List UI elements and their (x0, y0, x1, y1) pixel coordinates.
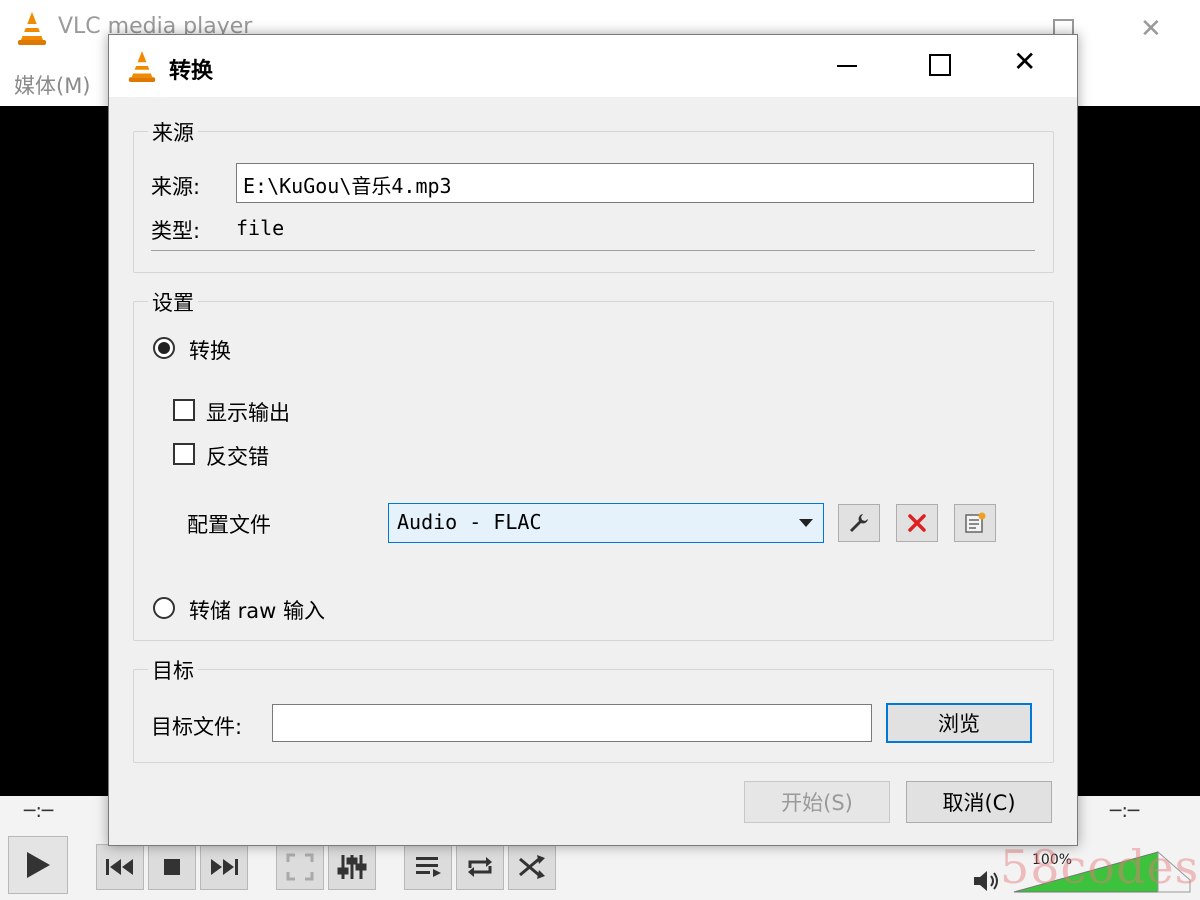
destination-file-field[interactable] (272, 704, 872, 742)
vlc-cone-icon (128, 51, 156, 82)
previous-icon (106, 859, 133, 875)
destination-group-title: 目标 (148, 655, 198, 685)
source-path-field[interactable]: E:\KuGou\音乐4.mp3 (236, 163, 1034, 203)
show-output-label[interactable]: 显示输出 (206, 397, 290, 427)
edit-profile-button[interactable] (838, 504, 880, 542)
previous-button[interactable] (96, 844, 144, 890)
dialog-titlebar: 转换 ✕ (109, 35, 1077, 97)
loop-icon (468, 857, 492, 877)
source-divider (151, 250, 1035, 251)
settings-group (133, 301, 1054, 641)
destination-file-label: 目标文件: (151, 715, 243, 739)
profile-dropdown[interactable]: Audio - FLAC (388, 503, 824, 543)
convert-radio[interactable] (153, 337, 175, 359)
source-label: 来源: (151, 175, 201, 199)
browse-button[interactable]: 浏览 (886, 703, 1032, 743)
speaker-icon[interactable] (972, 868, 1002, 894)
main-close-button[interactable]: ✕ (1140, 14, 1162, 44)
remaining-time: ─:─ (1110, 800, 1140, 822)
stop-button[interactable] (148, 844, 196, 890)
deinterlace-checkbox[interactable] (173, 443, 195, 465)
dump-raw-label[interactable]: 转储 raw 输入 (189, 595, 325, 625)
extended-settings-button[interactable] (328, 844, 376, 890)
delete-x-icon (908, 514, 926, 532)
fullscreen-button[interactable] (276, 844, 324, 890)
wrench-icon (850, 514, 868, 532)
playlist-button[interactable] (404, 844, 452, 890)
convert-radio-label[interactable]: 转换 (189, 335, 231, 365)
type-label: 类型: (151, 219, 201, 243)
convert-dialog: 转换 ✕ 来源 来源: E:\KuGou\音乐4.mp3 类型: file 设置… (108, 34, 1078, 846)
play-icon (27, 852, 50, 878)
close-button[interactable]: ✕ (1013, 48, 1036, 76)
profile-value: Audio - FLAC (397, 510, 542, 534)
settings-group-title: 设置 (148, 287, 198, 317)
chevron-down-icon (799, 519, 813, 527)
next-icon (211, 859, 238, 875)
stop-icon (164, 859, 180, 875)
shuffle-button[interactable] (508, 844, 556, 890)
minimize-button[interactable] (837, 65, 857, 67)
show-output-checkbox[interactable] (173, 399, 195, 421)
deinterlace-label[interactable]: 反交错 (206, 441, 269, 471)
menu-media[interactable]: 媒体(M) (14, 70, 91, 100)
watermark-text: 58codes (1000, 840, 1200, 894)
dialog-title: 转换 (169, 59, 214, 84)
playlist-icon (416, 857, 441, 877)
elapsed-time: ─:─ (24, 800, 54, 822)
maximize-button[interactable] (929, 54, 951, 76)
cancel-button[interactable]: 取消(C) (906, 781, 1052, 823)
profile-label: 配置文件 (187, 513, 271, 537)
delete-profile-button[interactable] (896, 504, 938, 542)
fullscreen-icon (286, 853, 314, 881)
vlc-cone-icon (18, 12, 46, 45)
new-profile-icon (965, 512, 986, 533)
shuffle-icon (519, 855, 545, 879)
play-button[interactable] (8, 836, 68, 894)
equalizer-icon (337, 855, 367, 879)
loop-button[interactable] (456, 844, 504, 890)
start-button[interactable]: 开始(S) (744, 781, 890, 823)
next-button[interactable] (200, 844, 248, 890)
source-group-title: 来源 (148, 117, 198, 147)
type-value: file (236, 216, 285, 240)
dump-raw-radio[interactable] (153, 597, 175, 619)
new-profile-button[interactable] (954, 504, 996, 542)
